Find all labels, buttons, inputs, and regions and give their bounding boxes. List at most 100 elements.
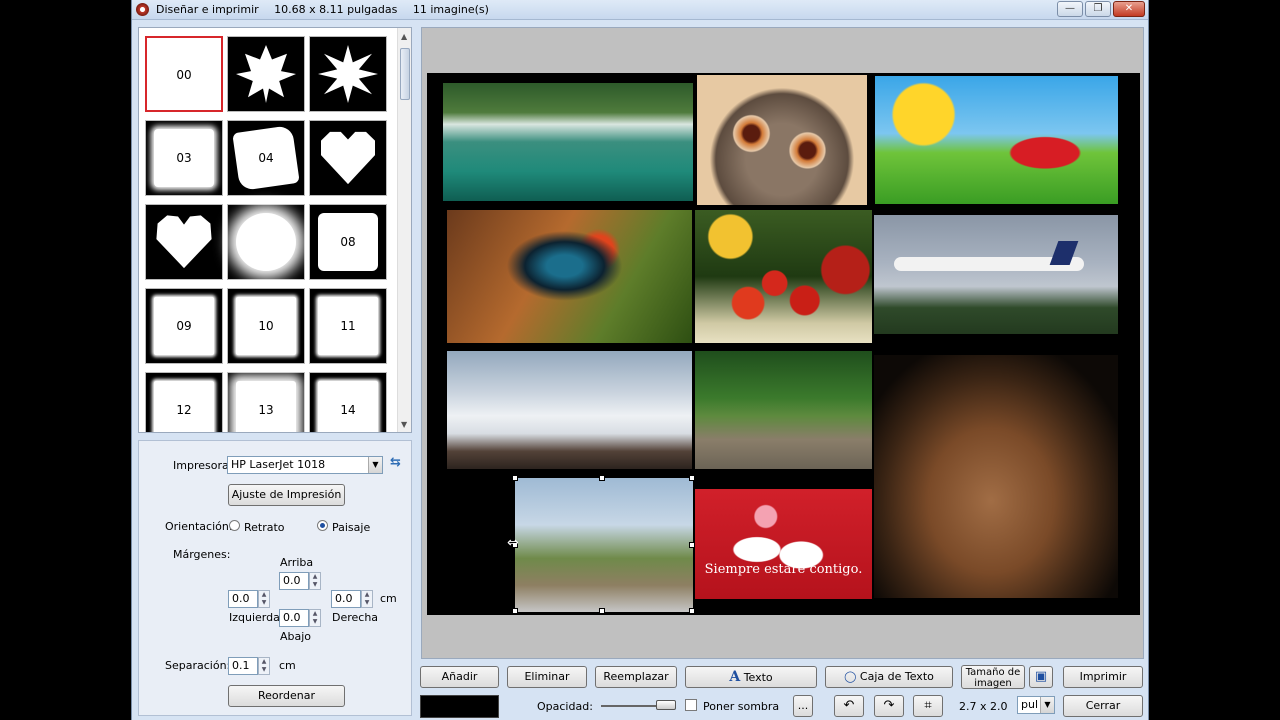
- text-button[interactable]: A Texto: [685, 666, 817, 688]
- rotate-left-icon[interactable]: ↶: [834, 695, 864, 717]
- spinner-arrows-icon[interactable]: ▲ ▼: [309, 572, 321, 590]
- top-margin-spinner[interactable]: 0.0 ▲ ▼: [279, 572, 321, 590]
- close-window-button[interactable]: ✕: [1113, 1, 1145, 17]
- frame-thumbnail-14[interactable]: 14: [309, 372, 387, 432]
- frame-number: 05: [340, 151, 356, 165]
- separation-label: Separación:: [165, 659, 231, 672]
- frame-thumbnail-10[interactable]: 10: [227, 288, 305, 364]
- spinner-arrows-icon[interactable]: ▲ ▼: [361, 590, 373, 608]
- reorder-button[interactable]: Reordenar: [228, 685, 345, 707]
- text-box-button[interactable]: ◯ Caja de Texto: [825, 666, 953, 688]
- crop-icon[interactable]: ⌗: [913, 695, 943, 717]
- frame-gallery-scrollbar[interactable]: ▲ ▼: [397, 28, 411, 432]
- photo-back-hands[interactable]: [874, 355, 1118, 598]
- printer-select[interactable]: HP LaserJet 1018 ▼: [227, 456, 383, 474]
- spinner-arrows-icon[interactable]: ▲ ▼: [258, 590, 270, 608]
- photo-forest-path[interactable]: [695, 351, 872, 469]
- selection-handle-tr[interactable]: [689, 475, 695, 481]
- photo-eggs-card[interactable]: Siempre estaré contigo.: [695, 489, 872, 599]
- rotate-right-icon[interactable]: ↷: [874, 695, 904, 717]
- save-icon[interactable]: ▣: [1029, 666, 1053, 688]
- photo-airplane[interactable]: [874, 215, 1118, 334]
- frame-thumbnail-09[interactable]: 09: [145, 288, 223, 364]
- close-button[interactable]: Cerrar: [1063, 695, 1143, 717]
- refresh-printers-icon[interactable]: ⇆: [390, 455, 401, 470]
- frame-thumbnail-02[interactable]: 02: [309, 36, 387, 112]
- add-button[interactable]: Añadir: [420, 666, 499, 688]
- resize-cursor-icon: ⇔: [507, 535, 519, 551]
- frame-thumbnail-01[interactable]: 01: [227, 36, 305, 112]
- frame-number: 08: [340, 235, 356, 249]
- top-margin-input[interactable]: 0.0: [279, 572, 309, 590]
- bottom-margin-spinner[interactable]: 0.0 ▲ ▼: [279, 609, 321, 627]
- frame-thumbnail-11[interactable]: 11: [309, 288, 387, 364]
- photo-cartoon-mailbox[interactable]: [875, 76, 1118, 204]
- title-app-name: Diseñar e imprimir: [156, 3, 259, 16]
- scroll-down-icon[interactable]: ▼: [401, 420, 407, 429]
- frame-thumbnail-03[interactable]: 03: [145, 120, 223, 196]
- print-button[interactable]: Imprimir: [1063, 666, 1143, 688]
- shadow-checkbox[interactable]: [685, 699, 697, 711]
- photo-village-branches[interactable]: [515, 478, 693, 612]
- replace-button[interactable]: Reemplazar: [595, 666, 677, 688]
- right-margin-input[interactable]: 0.0: [331, 590, 361, 608]
- minimize-button[interactable]: —: [1057, 1, 1083, 17]
- separation-input[interactable]: 0.1: [228, 657, 258, 675]
- image-size-button[interactable]: Tamaño de imagen: [961, 665, 1025, 689]
- delete-button[interactable]: Eliminar: [507, 666, 587, 688]
- image-size-label-line2: imagen: [974, 678, 1012, 689]
- photo-butterfly[interactable]: [447, 210, 692, 343]
- bottom-margin-label: Abajo: [280, 630, 312, 643]
- background-color-swatch[interactable]: [420, 695, 499, 718]
- frame-number: 14: [340, 403, 356, 417]
- selection-handle-t[interactable]: [599, 475, 605, 481]
- frame-number: 10: [258, 319, 274, 333]
- scroll-up-icon[interactable]: ▲: [401, 32, 407, 41]
- scrollbar-thumb[interactable]: [400, 48, 410, 100]
- frame-thumbnail-07[interactable]: 07: [227, 204, 305, 280]
- canvas-area: Siempre estaré contigo. ⇔: [421, 27, 1144, 659]
- frame-gallery: 00 01 02 03 04 05 06 07 08 09 10 11 12 13 14 ▲ ▼: [138, 27, 412, 433]
- opacity-slider-knob[interactable]: [655, 700, 676, 710]
- spinner-arrows-icon[interactable]: ▲ ▼: [258, 657, 270, 675]
- separation-unit-label: cm: [279, 659, 296, 672]
- frame-number: 03: [176, 151, 192, 165]
- frame-thumbnail-grid: 00 01 02 03 04 05 06 07 08 09 10 11 12 13 14: [139, 28, 397, 432]
- frame-thumbnail-13[interactable]: 13: [227, 372, 305, 432]
- unit-select[interactable]: pul ▼: [1017, 696, 1055, 714]
- bottom-margin-input[interactable]: 0.0: [279, 609, 309, 627]
- frame-thumbnail-04[interactable]: 04: [227, 120, 305, 196]
- photo-owl[interactable]: [697, 75, 867, 205]
- right-margin-spinner[interactable]: 0.0 ▲ ▼: [331, 590, 373, 608]
- frame-number: 02: [340, 67, 356, 81]
- landscape-radio[interactable]: [317, 520, 328, 531]
- title-image-count: 11 imagine(s): [412, 3, 489, 16]
- selection-handle-b[interactable]: [599, 608, 605, 614]
- frame-number: 01: [258, 67, 274, 81]
- selection-handle-tl[interactable]: [512, 475, 518, 481]
- print-page: Siempre estaré contigo. ⇔: [427, 73, 1140, 615]
- portrait-radio[interactable]: [229, 520, 240, 531]
- selection-handle-bl[interactable]: [512, 608, 518, 614]
- separation-spinner[interactable]: 0.1 ▲ ▼: [228, 657, 270, 675]
- frame-thumbnail-08[interactable]: 08: [309, 204, 387, 280]
- photo-vegetables[interactable]: [695, 210, 872, 343]
- title-page-size: 10.68 x 8.11 pulgadas: [274, 3, 398, 16]
- text-box-button-label: Caja de Texto: [859, 670, 934, 683]
- photo-whales-clouds[interactable]: [447, 351, 692, 469]
- bottom-toolbar: Añadir Eliminar Reemplazar A Texto ◯ Caj…: [419, 662, 1147, 720]
- photo-waterfall[interactable]: [443, 83, 693, 201]
- maximize-button[interactable]: ❐: [1085, 1, 1111, 17]
- frame-thumbnail-06[interactable]: 06: [145, 204, 223, 280]
- print-setup-button[interactable]: Ajuste de Impresión: [228, 484, 345, 506]
- frame-thumbnail-05[interactable]: 05: [309, 120, 387, 196]
- left-margin-input[interactable]: 0.0: [228, 590, 258, 608]
- left-margin-spinner[interactable]: 0.0 ▲ ▼: [228, 590, 270, 608]
- selection-handle-br[interactable]: [689, 608, 695, 614]
- more-options-button[interactable]: ...: [793, 695, 813, 717]
- size-readout: 2.7 x 2.0: [959, 700, 1008, 713]
- selection-handle-r[interactable]: [689, 542, 695, 548]
- frame-thumbnail-00[interactable]: 00: [145, 36, 223, 112]
- spinner-arrows-icon[interactable]: ▲ ▼: [309, 609, 321, 627]
- frame-thumbnail-12[interactable]: 12: [145, 372, 223, 432]
